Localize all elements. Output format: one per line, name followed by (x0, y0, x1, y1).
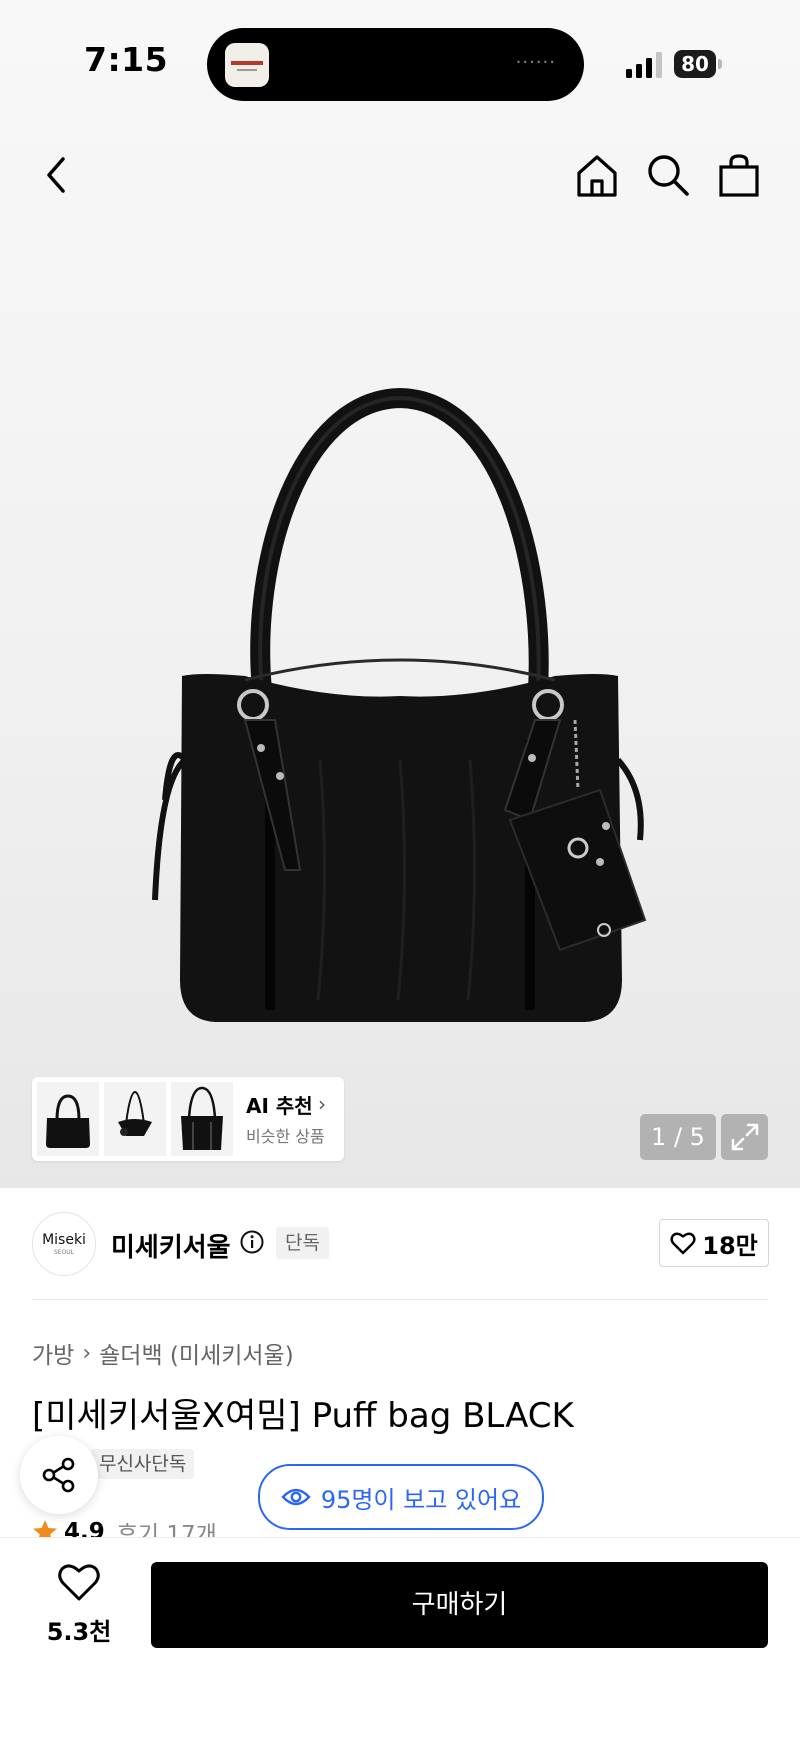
island-app-icon (225, 43, 269, 87)
viewers-count-text: 95명이 보고 있어요 (320, 1485, 522, 1514)
search-button[interactable] (638, 145, 698, 205)
product-title: [미세키서울X여밈] Puff bag BLACK (32, 1396, 574, 1436)
chevron-left-icon (47, 157, 65, 193)
thumbnail-bag-image (46, 1094, 90, 1148)
brand-logo-text: Miseki (42, 1232, 86, 1248)
thumbnail-bag-image (118, 1090, 152, 1136)
heart-icon (670, 1232, 696, 1255)
buy-button[interactable]: 구매하기 (151, 1562, 768, 1648)
chevron-right-icon: › (318, 1092, 326, 1116)
divider (32, 1299, 768, 1300)
exclusive-badge: 단독 (276, 1227, 329, 1259)
brand-name[interactable]: 미세키서울 (111, 1227, 231, 1264)
expand-icon (731, 1123, 758, 1151)
cart-button[interactable] (709, 145, 769, 205)
shopping-bag-icon (719, 154, 759, 197)
ai-recommend-panel[interactable]: AI 추천 › 비슷한 상품 (32, 1077, 344, 1161)
thumbnail-3[interactable] (171, 1082, 233, 1156)
back-button[interactable] (26, 145, 86, 205)
product-tag: 무신사단독 (90, 1449, 195, 1479)
thumbnail-1[interactable] (37, 1082, 99, 1156)
wishlist-count: 5.3천 (46, 1618, 112, 1646)
home-button[interactable] (567, 145, 627, 205)
viewers-count-pill: 95명이 보고 있어요 (258, 1464, 544, 1530)
breadcrumb-category[interactable]: 가방 (32, 1336, 74, 1370)
share-icon (42, 1457, 75, 1493)
image-page-counter: 1 / 5 (640, 1114, 716, 1160)
heart-icon (58, 1564, 100, 1601)
share-button[interactable] (20, 1436, 98, 1514)
battery-icon: 80 (674, 50, 724, 78)
home-icon (577, 155, 617, 197)
wishlist-button[interactable]: 5.3천 (36, 1562, 122, 1658)
eye-icon (281, 1488, 311, 1506)
dynamic-island: ······ (207, 28, 584, 101)
brand-like-count: 18만 (702, 1231, 758, 1260)
thumbnail-bag-image (181, 1086, 223, 1150)
island-dots: ······ (515, 52, 556, 73)
signal-icon (626, 52, 662, 78)
bottom-action-bar: 5.3천 구매하기 (0, 1537, 800, 1741)
ai-recommend-subtitle: 비슷한 상품 (246, 1127, 325, 1146)
chevron-right-icon: › (82, 1340, 92, 1366)
breadcrumb-subcategory[interactable]: 숄더백 (미세키서울) (99, 1336, 294, 1370)
ai-recommend-title: AI 추천 (246, 1094, 313, 1118)
brand-logo-subtext: SEOUL (53, 1249, 75, 1256)
search-icon (648, 155, 689, 196)
battery-level: 80 (674, 50, 716, 78)
brand-logo[interactable]: Miseki SEOUL (32, 1212, 96, 1276)
expand-image-button[interactable] (721, 1114, 768, 1160)
breadcrumb: 가방 › 숄더백 (미세키서울) (32, 1336, 294, 1370)
info-icon[interactable] (240, 1230, 264, 1254)
status-time: 7:15 (84, 40, 169, 79)
brand-like-button[interactable]: 18만 (659, 1219, 769, 1267)
thumbnail-2[interactable] (104, 1082, 166, 1156)
